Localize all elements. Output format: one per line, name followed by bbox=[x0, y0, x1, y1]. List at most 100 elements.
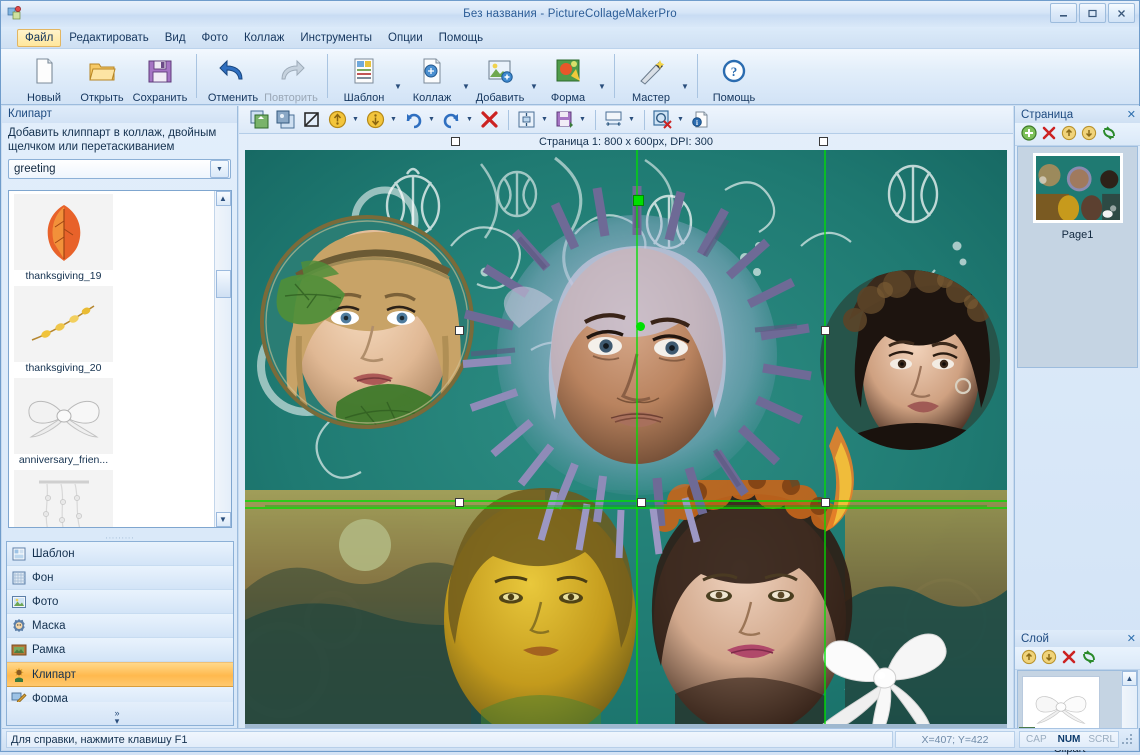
add-page-icon[interactable] bbox=[1021, 124, 1037, 144]
selection-handle-bottom-right[interactable] bbox=[821, 498, 830, 507]
toolbar-open-button[interactable]: Открыть bbox=[73, 52, 131, 105]
delete-page-icon[interactable] bbox=[1041, 125, 1057, 144]
caps-lock-indicator: CAP bbox=[1026, 734, 1047, 745]
menu-help[interactable]: Помощь bbox=[431, 29, 491, 47]
selection-handle-right[interactable] bbox=[821, 326, 830, 335]
move-down-page-icon[interactable] bbox=[1081, 125, 1097, 144]
toolbar-label: Мастер bbox=[631, 92, 671, 104]
layer-down-icon[interactable] bbox=[1041, 649, 1057, 668]
brightness-up-icon[interactable] bbox=[325, 108, 349, 132]
menu-edit[interactable]: Редактировать bbox=[61, 29, 156, 47]
clipart-item[interactable]: anniversary_frien... bbox=[14, 470, 113, 527]
rotation-handle[interactable] bbox=[633, 195, 644, 206]
clipart-item[interactable]: anniversary_frien... bbox=[14, 378, 113, 467]
template-dropdown-arrow[interactable]: ▼ bbox=[393, 82, 403, 91]
collage-canvas[interactable] bbox=[245, 150, 1007, 724]
scroll-up-icon[interactable]: ▲ bbox=[1122, 671, 1137, 686]
align-center-icon[interactable] bbox=[514, 108, 538, 132]
crop-icon[interactable] bbox=[299, 108, 323, 132]
page-info-icon[interactable]: i bbox=[688, 108, 712, 132]
shape-icon bbox=[553, 56, 583, 89]
chevron-down-icon[interactable]: ▼ bbox=[676, 116, 685, 123]
category-item-photo[interactable]: Фото bbox=[7, 590, 233, 614]
delete-x-icon[interactable] bbox=[477, 108, 501, 132]
toolbar-add-button[interactable]: Добавить bbox=[471, 52, 529, 105]
delete-layer-icon[interactable] bbox=[1061, 649, 1077, 668]
panel-expand-arrow-icon[interactable]: ▾ bbox=[115, 717, 120, 726]
selection-handle-bottom-left[interactable] bbox=[455, 498, 464, 507]
close-icon[interactable]: ✕ bbox=[1127, 632, 1136, 645]
page-thumbnail-item[interactable]: Page1 bbox=[1032, 153, 1123, 241]
toolbar-undo-button[interactable]: Отменить bbox=[204, 52, 262, 105]
close-icon[interactable]: ✕ bbox=[1127, 108, 1136, 121]
selection-handle-top-left[interactable] bbox=[451, 137, 460, 146]
menu-photo[interactable]: Фото bbox=[194, 29, 236, 47]
category-item-background[interactable]: Фон bbox=[7, 566, 233, 590]
toolbar-new-button[interactable]: Новый bbox=[15, 52, 73, 105]
menu-collage[interactable]: Коллаж bbox=[236, 29, 292, 47]
maximize-button[interactable] bbox=[1079, 3, 1106, 23]
transform-pivot[interactable] bbox=[636, 322, 645, 331]
selection-handle-top-right[interactable] bbox=[819, 137, 828, 146]
chevron-down-icon[interactable]: ▼ bbox=[427, 116, 436, 123]
resize-grip[interactable] bbox=[1121, 733, 1135, 747]
toolbar-save-button[interactable]: Сохранить bbox=[131, 52, 189, 105]
selection-handle-bottom-center[interactable] bbox=[637, 498, 646, 507]
category-item-frame[interactable]: Рамка bbox=[7, 638, 233, 662]
category-label: Шаблон bbox=[32, 547, 75, 560]
page-thumbnail[interactable] bbox=[1032, 153, 1123, 223]
chevron-down-icon[interactable]: ▼ bbox=[627, 116, 636, 123]
add-dropdown-arrow[interactable]: ▼ bbox=[529, 82, 539, 91]
clipart-item[interactable]: thanksgiving_19 bbox=[14, 194, 113, 283]
panel-expand-area[interactable]: » ▾ bbox=[6, 702, 234, 726]
canvas-toolbar: ▼ ▼ ▼ ▼ ▼ ▼ ▼ ▼ i bbox=[239, 106, 1013, 134]
clipart-grid-container: thanksgiving_19 thanksgiving_20 annivers… bbox=[8, 190, 232, 528]
brightness-down-icon[interactable] bbox=[363, 108, 387, 132]
panel-splitter[interactable]: ∙∙∙∙∙∙∙∙∙ bbox=[6, 533, 234, 542]
page-size-icon[interactable] bbox=[601, 108, 625, 132]
category-item-template[interactable]: Шаблон bbox=[7, 542, 233, 566]
rotate-right-icon[interactable] bbox=[401, 108, 425, 132]
refresh-page-icon[interactable] bbox=[1101, 125, 1117, 144]
category-item-clipart[interactable]: Клипарт bbox=[7, 662, 233, 687]
wizard-dropdown-arrow[interactable]: ▼ bbox=[680, 82, 690, 91]
toolbar-help-button[interactable]: ? Помощь bbox=[705, 52, 763, 105]
close-button[interactable] bbox=[1108, 3, 1135, 23]
chevron-down-icon[interactable]: ▼ bbox=[389, 116, 398, 123]
menu-file[interactable]: Файл bbox=[17, 28, 62, 47]
layer-up-icon[interactable] bbox=[1021, 649, 1037, 668]
scroll-down-icon[interactable]: ▼ bbox=[215, 512, 231, 527]
save-layer-icon[interactable] bbox=[552, 108, 576, 132]
chevron-down-icon[interactable]: ▼ bbox=[465, 116, 474, 123]
zoom-reset-icon[interactable] bbox=[650, 108, 674, 132]
chevron-down-icon[interactable]: ▼ bbox=[540, 116, 549, 123]
menu-view[interactable]: Вид bbox=[157, 29, 194, 47]
refresh-layer-icon[interactable] bbox=[1081, 649, 1097, 668]
send-back-icon[interactable] bbox=[273, 108, 297, 132]
chevron-down-icon[interactable]: ▼ bbox=[578, 116, 587, 123]
page-list[interactable]: Page1 bbox=[1017, 146, 1138, 368]
collage-dropdown-arrow[interactable]: ▼ bbox=[461, 82, 471, 91]
toolbar-shape-button[interactable]: Форма bbox=[539, 52, 597, 105]
scrollbar-thumb[interactable] bbox=[215, 270, 231, 298]
chevron-down-icon[interactable]: ▼ bbox=[351, 116, 360, 123]
clipart-item[interactable]: thanksgiving_20 bbox=[14, 286, 113, 375]
move-up-page-icon[interactable] bbox=[1061, 125, 1077, 144]
scroll-up-icon[interactable]: ▲ bbox=[215, 191, 231, 206]
chevron-down-icon[interactable]: ▼ bbox=[210, 160, 229, 178]
category-item-mask[interactable]: Маска bbox=[7, 614, 233, 638]
bring-front-icon[interactable] bbox=[247, 108, 271, 132]
menu-options[interactable]: Опции bbox=[380, 29, 431, 47]
menu-tools[interactable]: Инструменты bbox=[292, 29, 380, 47]
minimize-button[interactable] bbox=[1050, 3, 1077, 23]
shape-dropdown-arrow[interactable]: ▼ bbox=[597, 82, 607, 91]
rotate-left-icon[interactable] bbox=[439, 108, 463, 132]
clipart-scrollbar[interactable]: ▲ ▼ bbox=[214, 191, 231, 527]
toolbar-wizard-button[interactable]: Мастер bbox=[622, 52, 680, 105]
toolbar-redo-button[interactable]: Повторить bbox=[262, 52, 320, 105]
mask-icon bbox=[11, 618, 27, 634]
clipart-category-combo[interactable]: greeting ▼ bbox=[8, 159, 231, 179]
toolbar-template-button[interactable]: Шаблон bbox=[335, 52, 393, 105]
selection-handle-left[interactable] bbox=[455, 326, 464, 335]
toolbar-collage-button[interactable]: Коллаж bbox=[403, 52, 461, 105]
